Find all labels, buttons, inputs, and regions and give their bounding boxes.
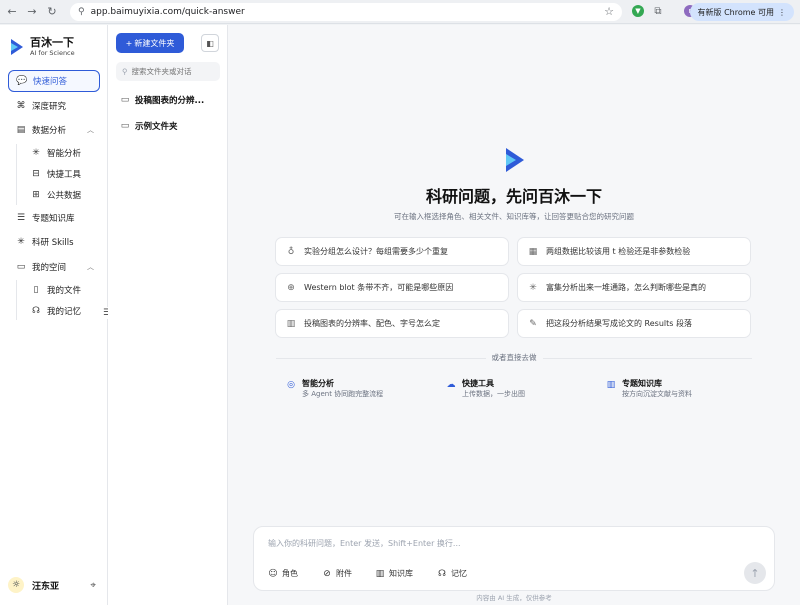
kit-icon: ⊕	[287, 282, 295, 293]
data-analysis-submenu: ✳ 智能分析 ⊟ 快捷工具 ⊞ 公共数据	[16, 143, 100, 205]
avatar: ☼	[8, 577, 24, 593]
sidebar: 百沐一下 AI for Science 💬 快速问答 ⌘ 深度研究 ▤ 数据分析…	[0, 25, 108, 605]
folder-item[interactable]: ▭ 投稿图表的分辨...	[120, 92, 220, 108]
memory-icon: ☊	[438, 568, 446, 579]
sidebar-item-data-analysis[interactable]: ▤ 数据分析 ︿	[8, 119, 100, 141]
brand-tagline: AI for Science	[30, 49, 75, 57]
book-icon: ▥	[606, 380, 616, 390]
suggestion-card[interactable]: ✎ 把这段分析结果写成论文的 Results 段落	[517, 309, 751, 338]
user-profile[interactable]: ☼ 汪东亚 ⌖	[8, 575, 100, 595]
location-pin-icon[interactable]: ⌖	[90, 580, 96, 591]
sidebar-item-public-data[interactable]: ⊞ 公共数据	[23, 186, 100, 205]
page-title: 科研问题，先问百沐一下	[425, 187, 602, 206]
sidebar-nav: 💬 快速问答 ⌘ 深度研究 ▤ 数据分析 ︿ ✳ 智能分析 ⊟ 快捷工具 ⊞ 公…	[8, 70, 100, 322]
arrow-up-icon: ↑	[750, 566, 760, 580]
suggestion-card[interactable]: ♁ 实验分组怎么设计？每组需要多少个重复	[275, 237, 509, 266]
sparkle-icon: ✳	[529, 282, 537, 293]
page-subtitle: 可在输入框选择角色、相关文件、知识库等，让回答更贴合您的研究问题	[394, 212, 634, 221]
ai-disclaimer: 内容由 AI 生成，仅供参考	[476, 594, 552, 602]
sidebar-item-quick-answer[interactable]: 💬 快速问答	[8, 70, 100, 92]
folder-item[interactable]: ▭ 示例文件夹	[120, 118, 220, 134]
grid-icon: ⌘	[16, 100, 26, 111]
layers-icon: ☰	[16, 212, 26, 223]
folder-search[interactable]: ⚲	[116, 62, 220, 81]
site-settings-icon[interactable]: ⚲	[78, 7, 85, 17]
plus-icon: +	[125, 38, 133, 48]
memory-icon: ☊	[32, 305, 40, 316]
database-icon: ⊞	[32, 190, 40, 200]
browser-toolbar: ← → ↻ ⚲ app.baimuyixia.com/quick-answer …	[0, 0, 800, 24]
lightbulb-icon: ♁	[287, 246, 295, 257]
suggestion-card[interactable]: ▥ 投稿图表的分辨率、配色、字号怎么定	[275, 309, 509, 338]
book-icon: ▥	[375, 568, 385, 579]
paperclip-icon: ⊘	[323, 568, 331, 579]
folder-panel: + 新建文件夹 ◧ ⚲ ▭ 投稿图表的分辨... ▭ 示例文件夹	[108, 25, 228, 605]
attachment-button[interactable]: ⊘ 附件	[322, 568, 352, 579]
forward-icon[interactable]: →	[24, 4, 40, 20]
sidebar-item-my-space[interactable]: ▭ 我的空间 ︿	[8, 256, 100, 278]
section-divider: 或者直接去做	[276, 352, 752, 364]
brand-mark-icon	[11, 39, 23, 55]
folder-icon: ▭	[120, 95, 130, 105]
folder-icon: ▭	[120, 121, 130, 131]
chart-icon: ▤	[16, 125, 26, 135]
reload-icon[interactable]: ↻	[44, 4, 60, 20]
sidebar-item-my-files[interactable]: ▯ 我的文件	[23, 280, 100, 299]
file-icon: ▯	[33, 284, 39, 295]
suggestion-card[interactable]: ⊕ Western blot 条带不齐，可能是哪些原因	[275, 273, 509, 302]
search-icon: ⚲	[122, 67, 128, 76]
suggestion-card[interactable]: ▦ 两组数据比较该用 t 检验还是非参数检验	[517, 237, 751, 266]
user-name: 汪东亚	[32, 581, 60, 592]
my-space-submenu: ▯ 我的文件 ☊ 我的记忆	[16, 280, 100, 320]
chat-bubbles-icon: ◎	[287, 380, 295, 390]
quick-link-quick-tools[interactable]: ☁ 快捷工具 上传数据，一步出图	[446, 378, 526, 400]
pen-icon: ✎	[529, 318, 537, 329]
chevron-up-icon: ︿	[87, 126, 94, 134]
chrome-update-button[interactable]: 有新版 Chrome 可用 ⋮	[689, 3, 794, 21]
knowledge-base-button[interactable]: ▥ 知识库	[375, 568, 413, 579]
divider-label: 或者直接去做	[485, 353, 543, 362]
sparkle-icon: ✳	[32, 148, 40, 158]
folder-search-input[interactable]	[131, 67, 214, 76]
quick-link-knowledge-base[interactable]: ▥ 专题知识库 按方向沉淀文献与资料	[606, 378, 692, 400]
brand-name: 百沐一下	[30, 36, 74, 49]
memory-button[interactable]: ☊ 记忆	[437, 568, 467, 579]
url-text: app.baimuyixia.com/quick-answer	[90, 7, 245, 17]
bookmark-star-icon[interactable]: ☆	[604, 5, 614, 18]
back-icon[interactable]: ←	[4, 4, 20, 20]
address-bar[interactable]: ⚲ app.baimuyixia.com/quick-answer ☆	[70, 3, 622, 21]
toolbox-icon: ⊟	[32, 169, 40, 179]
sidebar-item-knowledge-base[interactable]: ☰ 专题知识库	[8, 207, 100, 229]
role-button[interactable]: ☺ 角色	[268, 568, 298, 579]
suggestion-card[interactable]: ✳ 富集分析出来一堆通路，怎么判断哪些是真的	[517, 273, 751, 302]
cloud-upload-icon: ☁	[446, 380, 456, 390]
quick-link-smart-analysis[interactable]: ◎ 智能分析 多 Agent 协同跑完整流程	[286, 378, 383, 400]
book-icon: ▥	[286, 318, 296, 329]
new-folder-button[interactable]: + 新建文件夹	[116, 33, 184, 53]
sidebar-item-deep-research[interactable]: ⌘ 深度研究	[8, 95, 100, 117]
chat-bubbles-icon: 💬	[16, 76, 28, 86]
send-button[interactable]: ↑	[744, 562, 766, 584]
question-input[interactable]	[268, 535, 758, 551]
chart-icon: ▦	[528, 246, 538, 257]
more-menu-icon: ⋮	[778, 7, 786, 17]
sidebar-item-quick-tools[interactable]: ⊟ 快捷工具	[23, 165, 100, 184]
sidebar-item-research-skills[interactable]: ✳ 科研 Skills	[8, 231, 100, 253]
chevron-up-icon: ︿	[87, 262, 94, 271]
sidebar-item-smart-analysis[interactable]: ✳ 智能分析	[23, 144, 100, 163]
main-content: 科研问题，先问百沐一下 可在输入框选择角色、相关文件、知识库等，让回答更贴合您的…	[228, 25, 800, 605]
panel-toggle-icon[interactable]: ◧	[201, 34, 219, 52]
puzzle-icon[interactable]: ⧉	[652, 5, 664, 17]
brand-mark-icon	[506, 148, 524, 172]
extension-icon[interactable]: ▼	[632, 5, 644, 17]
sidebar-item-my-memory[interactable]: ☊ 我的记忆	[23, 301, 100, 320]
user-icon: ☺	[268, 568, 278, 579]
brand-logo[interactable]: 百沐一下 AI for Science	[10, 37, 75, 57]
sparkle-icon: ✳	[17, 237, 25, 247]
folder-icon: ▭	[16, 261, 26, 272]
composer: ☺ 角色 ⊘ 附件 ▥ 知识库 ☊ 记忆 ↑	[253, 526, 775, 591]
